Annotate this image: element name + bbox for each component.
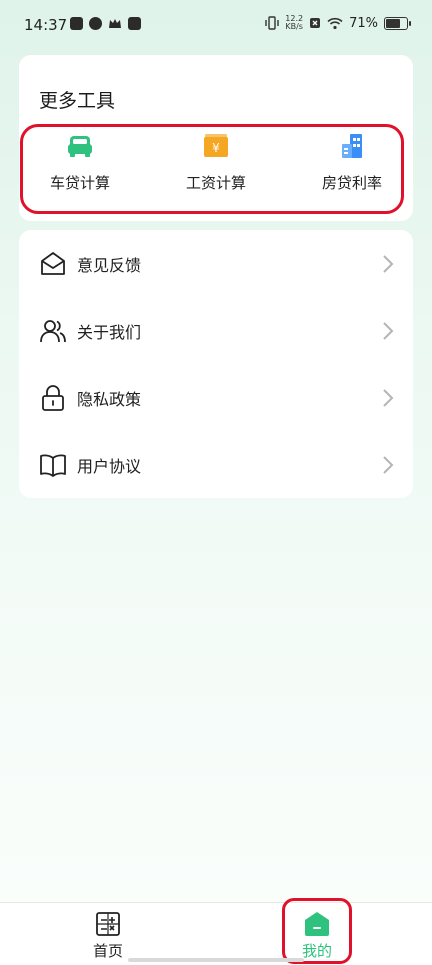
home-indicator[interactable] xyxy=(128,958,304,962)
lock-icon xyxy=(42,384,64,411)
status-bar: 14:37 12.2 KB/s 71% xyxy=(0,0,432,50)
menu-card: 意见反馈 关于我们 隐私政策 用户协议 xyxy=(19,230,413,498)
calculator-icon xyxy=(96,912,120,936)
menu-item-about-us[interactable]: 关于我们 xyxy=(19,297,413,364)
app-notification-icon xyxy=(70,17,83,30)
menu-item-privacy-policy[interactable]: 隐私政策 xyxy=(19,364,413,431)
wifi-icon xyxy=(327,17,343,29)
notification-icons xyxy=(70,17,141,30)
status-time: 14:37 xyxy=(24,16,68,34)
highlight-annotation-mine-tab xyxy=(282,898,352,964)
highlight-annotation-tools xyxy=(20,124,404,214)
menu-item-label: 关于我们 xyxy=(77,322,142,342)
battery-percent: 71% xyxy=(349,15,378,31)
users-icon xyxy=(40,319,66,342)
more-tools-title: 更多工具 xyxy=(39,90,116,112)
bottom-nav: 首页 我的 xyxy=(0,902,432,965)
vibrate-icon xyxy=(265,16,279,30)
envelope-icon xyxy=(41,251,65,275)
chevron-right-icon xyxy=(383,254,394,273)
nav-tab-home[interactable]: 首页 xyxy=(53,903,163,965)
app-notification-icon xyxy=(128,17,141,30)
menu-item-label: 意见反馈 xyxy=(77,255,142,275)
network-speed: 12.2 KB/s xyxy=(285,14,304,31)
status-right: 12.2 KB/s 71% xyxy=(265,14,411,31)
no-sim-icon xyxy=(310,18,321,28)
menu-item-user-agreement[interactable]: 用户协议 xyxy=(19,431,413,498)
chevron-right-icon xyxy=(383,321,394,340)
chevron-right-icon xyxy=(383,455,394,474)
chevron-right-icon xyxy=(383,388,394,407)
book-icon xyxy=(40,454,66,477)
menu-item-label: 用户协议 xyxy=(77,456,142,476)
menu-item-label: 隐私政策 xyxy=(77,389,142,409)
app-notification-icon xyxy=(89,17,102,30)
battery-icon xyxy=(384,16,411,30)
menu-item-feedback[interactable]: 意见反馈 xyxy=(19,230,413,297)
crown-icon xyxy=(109,19,121,28)
